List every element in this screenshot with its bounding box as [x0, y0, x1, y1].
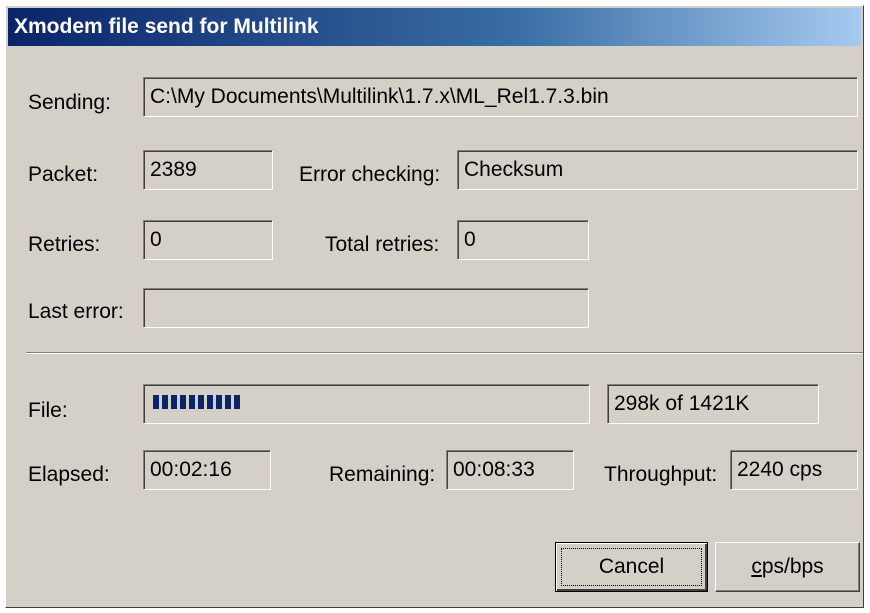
sending-label: Sending: — [28, 91, 111, 114]
elapsed-field: 00:02:16 — [143, 450, 271, 490]
progress-block — [198, 395, 204, 409]
cps-bps-button[interactable]: cps/bps — [715, 542, 860, 592]
last-error-field — [143, 288, 589, 328]
retries-label: Retries: — [28, 233, 101, 256]
file-label: File: — [28, 399, 68, 422]
progress-block — [189, 395, 195, 409]
retries-field: 0 — [143, 220, 273, 260]
remaining-field: 00:08:33 — [446, 450, 574, 490]
file-progress-bar — [143, 384, 590, 424]
last-error-label: Last error: — [28, 300, 124, 323]
progress-block — [171, 395, 177, 409]
packet-field: 2389 — [143, 150, 273, 190]
cps-bps-accelerator: c — [751, 555, 762, 578]
throughput-label: Throughput: — [604, 463, 718, 486]
cancel-button-label: Cancel — [598, 555, 665, 578]
sending-path-field: C:\My Documents\Multilink\1.7.x\ML_Rel1.… — [143, 77, 858, 117]
error-checking-field: Checksum — [457, 150, 858, 190]
progress-block — [225, 395, 231, 409]
progress-block — [207, 395, 213, 409]
file-size-field: 298k of 1421K — [607, 384, 819, 424]
elapsed-label: Elapsed: — [28, 463, 110, 486]
remaining-label: Remaining: — [329, 463, 436, 486]
xmodem-dialog: Xmodem file send for Multilink Sending: … — [5, 5, 864, 608]
progress-block — [216, 395, 222, 409]
packet-label: Packet: — [28, 163, 99, 186]
cps-bps-button-label: ps/bps — [761, 555, 824, 578]
progress-block — [162, 395, 168, 409]
progress-block — [180, 395, 186, 409]
progress-fill — [153, 395, 240, 409]
error-checking-label: Error checking: — [299, 163, 441, 186]
total-retries-label: Total retries: — [325, 233, 440, 256]
cancel-button[interactable]: Cancel — [555, 542, 708, 592]
throughput-field: 2240 cps — [730, 450, 858, 490]
progress-block — [153, 395, 159, 409]
separator — [26, 352, 863, 354]
window-title[interactable]: Xmodem file send for Multilink — [8, 8, 861, 46]
total-retries-field: 0 — [457, 220, 589, 260]
progress-block — [234, 395, 240, 409]
